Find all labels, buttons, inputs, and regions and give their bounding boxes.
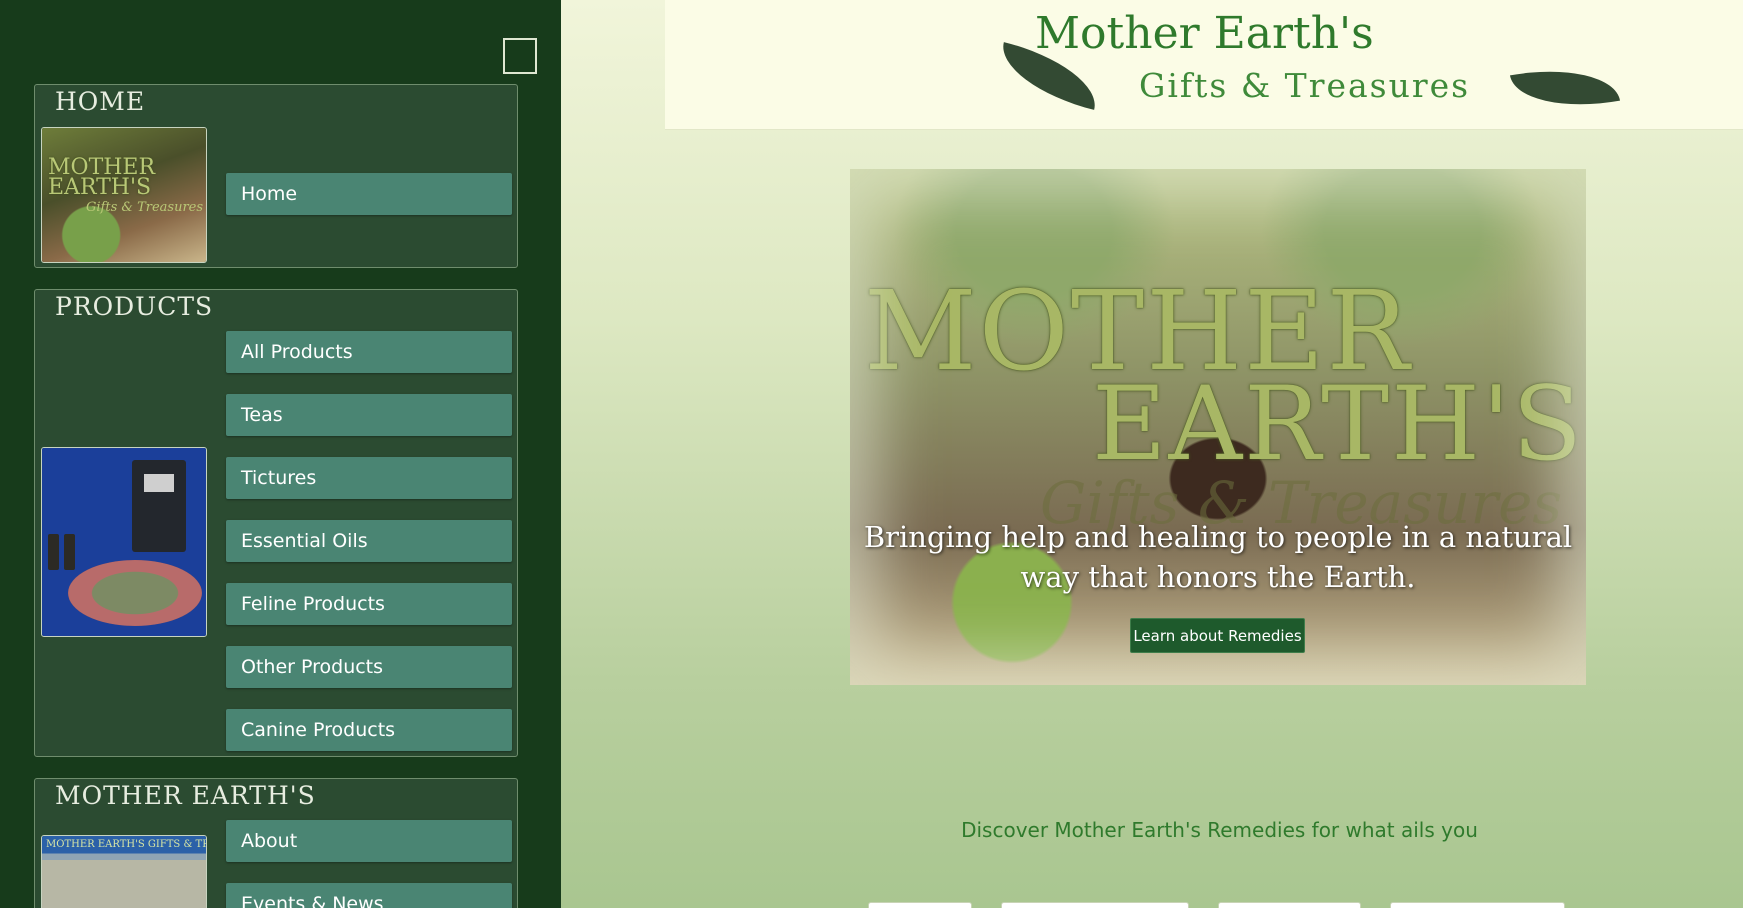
nav-canine-products-button[interactable]: Canine Products — [226, 709, 512, 751]
discover-heading: Discover Mother Earth's Remedies for wha… — [961, 818, 1478, 842]
menu-toggle-button[interactable] — [503, 38, 537, 74]
products-thumbnail-image — [41, 447, 207, 637]
nav-essential-oils-button[interactable]: Essential Oils — [226, 520, 512, 562]
nav-events-news-button[interactable]: Events & News — [226, 883, 512, 908]
tea-bag-shape — [132, 460, 186, 552]
remedy-category-tab[interactable] — [1390, 902, 1565, 908]
nav-tictures-button[interactable]: Tictures — [226, 457, 512, 499]
thumbnail-brand-subtitle: Gifts & Treasures — [86, 200, 204, 215]
leaf-icon — [1509, 57, 1621, 119]
section-title-home: HOME — [55, 87, 146, 116]
hero-banner: MOTHER EARTH'S Gifts & Treasures Bringin… — [850, 169, 1586, 685]
site-logo-title[interactable]: Mother Earth's — [1035, 8, 1374, 59]
hero-brand-word: EARTH'S — [1092, 365, 1585, 484]
menu-section-mother-earths: MOTHER EARTH'S MOTHER EARTH'S GIFTS & TR… — [34, 778, 518, 908]
nav-feline-products-button[interactable]: Feline Products — [226, 583, 512, 625]
nav-all-products-button[interactable]: All Products — [226, 331, 512, 373]
plate-shape — [68, 560, 202, 626]
thumbnail-brand-text: MOTHER EARTH'S — [48, 155, 156, 200]
store-sign-text: MOTHER EARTH'S GIFTS & TREASURES — [46, 839, 206, 850]
nav-home-button[interactable]: Home — [226, 173, 512, 215]
nav-about-button[interactable]: About — [226, 820, 512, 862]
store-thumbnail-image: MOTHER EARTH'S GIFTS & TREASURES — [41, 835, 207, 908]
menu-section-home: HOME MOTHER EARTH'S Gifts & Treasures Hom… — [34, 84, 518, 268]
bottle-shape — [48, 534, 59, 570]
main-content: Mother Earth's Gifts & Treasures MOTHER … — [561, 0, 1743, 908]
section-title-products: PRODUCTS — [55, 292, 214, 321]
hero-tagline: Bringing help and healing to people in a… — [863, 520, 1573, 594]
remedy-category-tab[interactable] — [1001, 902, 1189, 908]
menu-section-products: PRODUCTS All Products Teas Tictures Esse… — [34, 289, 518, 757]
nav-other-products-button[interactable]: Other Products — [226, 646, 512, 688]
sidebar-menu: HOME MOTHER EARTH'S Gifts & Treasures Hom… — [0, 0, 561, 908]
bottle-shape — [64, 534, 75, 570]
site-logo-subtitle[interactable]: Gifts & Treasures — [1139, 66, 1470, 105]
section-title-mother-earths: MOTHER EARTH'S — [55, 781, 316, 810]
remedy-category-tab[interactable] — [1218, 902, 1361, 908]
site-header: Mother Earth's Gifts & Treasures — [665, 0, 1743, 130]
nav-teas-button[interactable]: Teas — [226, 394, 512, 436]
learn-remedies-button[interactable]: Learn about Remedies — [1130, 618, 1305, 653]
remedy-category-tab[interactable] — [868, 902, 972, 908]
home-thumbnail-image: MOTHER EARTH'S Gifts & Treasures — [41, 127, 207, 263]
